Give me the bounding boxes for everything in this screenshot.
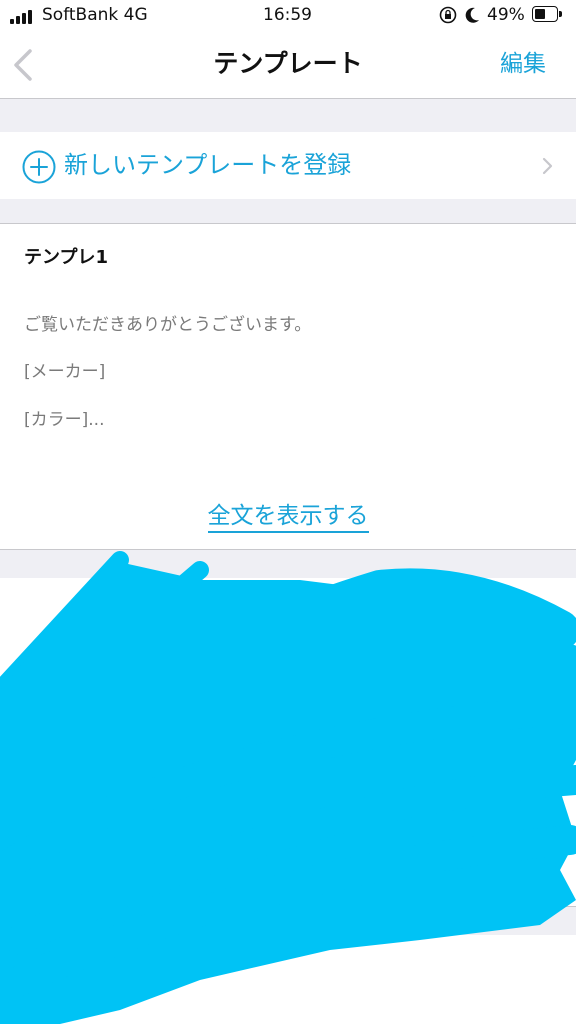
edit-button[interactable]: 編集 [500,48,546,80]
new-template-row[interactable]: 新しいテンプレートを登録 [0,132,576,199]
plus-circle-icon [22,150,56,184]
section-separator [0,99,576,132]
status-bar: SoftBank 4G 16:59 49% [0,0,576,32]
template-preview-line: ご覧いただきありがとうございます。 [24,315,312,335]
page-title: テンプレート [213,49,363,78]
template-title: テンプレ1 [24,247,108,268]
battery-percent: 49% [487,5,525,25]
rotation-lock-icon [439,6,457,24]
template-preview-line: [メーカー] [24,362,106,382]
status-time: 16:59 [263,5,312,25]
show-full-text-link-row: 全文を表示する [0,500,576,533]
template-card[interactable]: テンプレ1 ご覧いただきありがとうございます。 [メーカー] [カラー]... … [0,224,576,550]
signal-icon [10,8,38,24]
navigation-bar: テンプレート 編集 [0,32,576,99]
redaction-scribble [0,551,576,1024]
battery-icon [532,6,564,24]
moon-icon [465,7,479,23]
new-template-label: 新しいテンプレートを登録 [64,151,352,179]
carrier-label: SoftBank 4G [42,5,148,25]
template-preview-line: [カラー]... [24,410,105,430]
show-full-text-link[interactable]: 全文を表示する [207,503,369,533]
chevron-right-icon [542,157,553,175]
section-separator [0,199,576,224]
